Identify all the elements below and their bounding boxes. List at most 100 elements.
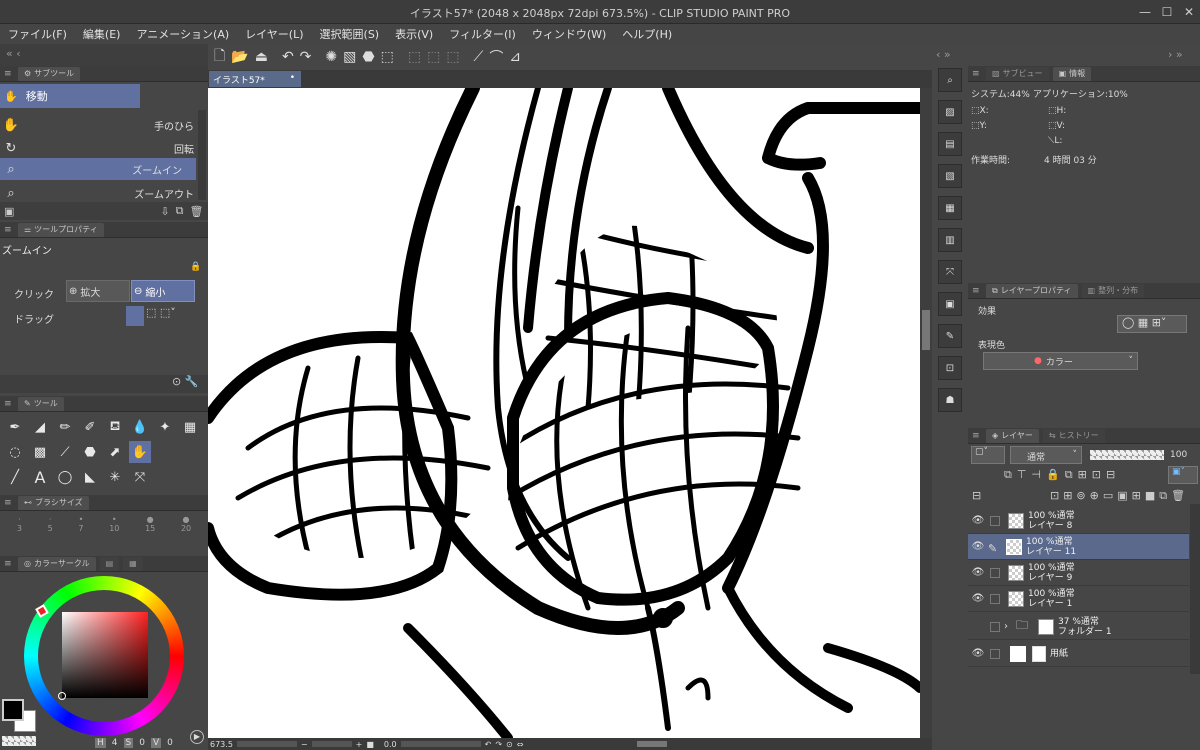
layer-color-swatch[interactable]: ▣˅ (1168, 466, 1198, 484)
decoration-icon[interactable]: ✦ (154, 416, 176, 438)
snap-special-icon[interactable]: ⌒ (489, 47, 503, 67)
menu-selection[interactable]: 選択範囲(S) (312, 26, 388, 42)
material-manga-icon[interactable]: ▥ (938, 228, 962, 252)
express-dropdown[interactable]: ● カラー ˅ (983, 352, 1138, 370)
tab-layer[interactable]: ◈ レイヤー (986, 428, 1039, 443)
eyedropper-icon[interactable]: ⟋ (54, 441, 76, 463)
navigator-icon[interactable]: ⌕ (938, 68, 962, 92)
tab-colorcircle[interactable]: ◎ カラーサークル (18, 556, 96, 571)
eye-icon[interactable]: 👁 (968, 593, 988, 604)
reset-icon[interactable]: ⊙ (172, 375, 181, 388)
brush-size-15[interactable]: ● 15 (145, 515, 155, 551)
eraser-icon[interactable]: ◢ (29, 416, 51, 438)
import-icon[interactable]: ⇩ (160, 205, 169, 218)
brush-icon[interactable]: ✐ (79, 416, 101, 438)
zoom-track[interactable] (311, 741, 352, 747)
zoom-value[interactable]: 673.5 (210, 740, 233, 749)
fill-selection-icon[interactable]: ⬣ (362, 49, 374, 65)
redo-icon[interactable]: ↷ (300, 49, 312, 65)
menu-icon[interactable]: ≡ (4, 69, 14, 79)
material-tone-icon[interactable]: ▦ (938, 196, 962, 220)
eye-icon[interactable]: 👁 (968, 648, 988, 659)
menu-icon[interactable]: ≡ (972, 286, 982, 296)
opacity-value[interactable]: 100 (1170, 450, 1187, 460)
brush-size-5[interactable]: · 5 (48, 515, 53, 551)
trash-icon[interactable]: 🗑 (189, 205, 203, 218)
subtool-item-hand[interactable]: ✋ 手のひら (0, 114, 208, 136)
reset-rotation-icon[interactable]: ⊙ (506, 740, 513, 749)
minimize-button[interactable]: — (1136, 4, 1154, 20)
main-color-swatch[interactable] (2, 699, 24, 721)
brush-size-20[interactable]: ● 20 (181, 515, 191, 551)
eye-icon[interactable]: 👁 (968, 541, 988, 552)
material-3d-icon[interactable]: ⤧ (938, 260, 962, 284)
tab-color-slider[interactable]: ▤ (99, 556, 120, 571)
opacity-slider[interactable] (1090, 450, 1164, 460)
play-icon[interactable]: ▶ (190, 730, 204, 744)
gradient-icon[interactable]: ▩ (29, 441, 51, 463)
material-figure-icon[interactable]: ☗ (938, 388, 962, 412)
layer-row-folder[interactable]: › 🗀 37 %通常 フォルダー 1 (968, 614, 1189, 640)
subtool-item-rotate[interactable]: ↻ 回転 (0, 137, 208, 159)
layer-row[interactable]: 👁 100 %通常 レイヤー 8 (968, 508, 1189, 534)
invert-selection-icon[interactable]: ⬚ (427, 49, 440, 65)
canvas-vscroll[interactable] (920, 88, 932, 738)
menu-view[interactable]: 表示(V) (387, 26, 441, 42)
right-dock-collapse-icon[interactable]: › » (1168, 48, 1183, 61)
lasso-icon[interactable]: ◌ (4, 441, 26, 463)
menu-help[interactable]: ヘルプ(H) (614, 26, 680, 42)
layer-row[interactable]: 👁 100 %通常 レイヤー 1 (968, 586, 1189, 612)
layer-toggles[interactable]: ⧉⊤⊣🔒⧉⊞⊡⊟ (1004, 468, 1120, 482)
tab-subview[interactable]: ▨ サブビュー (986, 66, 1049, 81)
layer-check[interactable] (990, 593, 1000, 604)
duplicate-icon[interactable]: ⧉ (176, 204, 184, 218)
brush-size-7[interactable]: • 7 (78, 515, 83, 551)
canvas-vscroll-thumb[interactable] (922, 310, 930, 350)
material-color-icon[interactable]: ▣ (938, 292, 962, 316)
layer-color-dropdown[interactable]: ▢˅ (971, 446, 1005, 464)
selection-border-icon[interactable]: ⬚ (446, 49, 459, 65)
angle-value[interactable]: 0.0 (384, 740, 397, 749)
menu-icon[interactable]: ≡ (4, 559, 14, 569)
menu-edit[interactable]: 編集(E) (75, 26, 129, 42)
blend-icon[interactable]: 💧 (129, 416, 151, 438)
layer-check[interactable] (990, 515, 1000, 526)
subtool-item-zoom-out[interactable]: ⌕ ズームアウト (0, 182, 208, 204)
tab-info[interactable]: ▣ 情報 (1052, 66, 1092, 81)
subtool-scrollbar[interactable] (198, 110, 206, 200)
fit-icon[interactable]: ■ (366, 740, 374, 749)
clear-icon[interactable]: ▧ (343, 49, 356, 65)
maximize-button[interactable]: ☐ (1158, 4, 1176, 20)
sv-cursor[interactable] (58, 692, 66, 700)
settings-icon[interactable]: ▣ (4, 205, 14, 218)
layer-panel-menu-icon[interactable]: ⊟ (972, 489, 981, 502)
menu-icon[interactable]: ≡ (972, 69, 982, 79)
close-button[interactable]: ✕ (1180, 4, 1198, 20)
eye-icon[interactable]: 👁 (968, 567, 988, 578)
deselect-icon[interactable]: ⬚ (408, 49, 421, 65)
new-file-icon[interactable]: 🗋 (214, 45, 225, 69)
material-camera-icon[interactable]: ⊡ (938, 356, 962, 380)
canvas[interactable] (208, 88, 920, 738)
sv-square[interactable] (62, 612, 148, 698)
menu-window[interactable]: ウィンドウ(W) (524, 26, 614, 42)
material-icon[interactable]: ▤ (938, 132, 962, 156)
brush-size-10[interactable]: • 10 (109, 515, 119, 551)
left-dock-collapse[interactable]: « ‹ (0, 44, 208, 66)
zoom-in-option[interactable]: ⊕ 拡大 (66, 280, 130, 302)
fill-icon[interactable]: ⬣ (79, 441, 101, 463)
undo-icon[interactable]: ↶ (282, 49, 294, 65)
tab-dot-icon[interactable]: • (290, 73, 295, 83)
eye-icon[interactable]: 👁 (968, 515, 988, 526)
layer-row[interactable]: 👁 100 %通常 レイヤー 9 (968, 560, 1189, 586)
menu-icon[interactable]: ≡ (4, 225, 14, 235)
subview-icon[interactable]: ▨ (938, 100, 962, 124)
tab-brushsize[interactable]: ⊷ ブラシサイズ (18, 495, 89, 510)
layer-check[interactable] (990, 648, 1000, 659)
zoom-out-icon[interactable]: − (301, 740, 308, 749)
tab-toolprop[interactable]: ⚌ ツールプロパティ (18, 222, 104, 237)
dock-collapse-icon[interactable]: ‹ » (936, 48, 951, 61)
loading-icon[interactable]: ✺ (325, 49, 337, 65)
canvas-hscroll-thumb[interactable] (637, 741, 668, 747)
drag-options[interactable]: ⬚ ⬚˅ (146, 306, 196, 326)
